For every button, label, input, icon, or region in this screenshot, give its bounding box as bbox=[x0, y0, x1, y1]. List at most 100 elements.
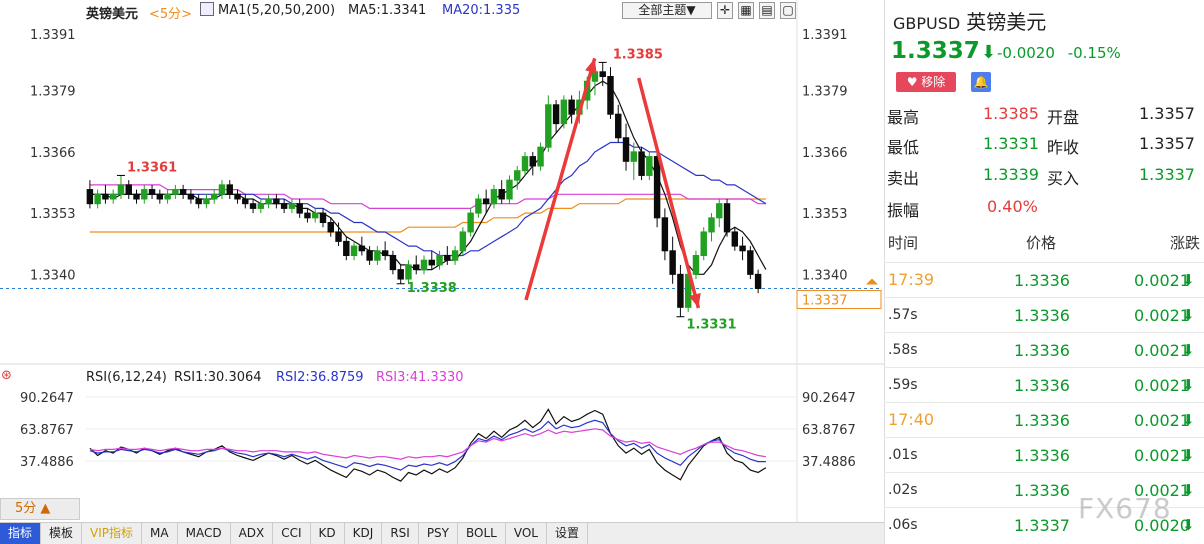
stat-label: 最高 bbox=[887, 108, 920, 127]
y-tick-right: 1.3353 bbox=[802, 207, 848, 222]
timeframe-tag: <5分> bbox=[149, 7, 193, 22]
ma-settings-label: MA1(5,20,50,200) bbox=[218, 3, 336, 18]
stat-value-2: 1.3337 bbox=[1139, 165, 1195, 184]
candle-body bbox=[172, 189, 179, 195]
candle-body bbox=[638, 151, 645, 176]
theme-select[interactable]: 全部主题▼ bbox=[622, 2, 712, 19]
chart-area[interactable]: 1.3391 1.3391 1.3379 1.3379 1.3366 1.3366 1.33… bbox=[0, 0, 884, 522]
remove-watchlist-button[interactable]: ♥ 移除 bbox=[896, 72, 956, 92]
trading-app: 1.3391 1.3391 1.3379 1.3379 1.3366 1.3366 1.33… bbox=[0, 0, 1204, 544]
candle-body bbox=[187, 193, 195, 200]
tick-header-change: 涨跌 bbox=[1170, 234, 1201, 252]
quote-name: 英镑美元 bbox=[966, 10, 1047, 34]
tab-5[interactable]: ADX bbox=[231, 523, 274, 544]
rsi-tick-left: 90.2647 bbox=[20, 391, 74, 406]
candle-body bbox=[210, 193, 218, 200]
fullscreen-icon[interactable]: ▢ bbox=[780, 2, 796, 19]
candle-body bbox=[444, 255, 451, 261]
down-arrow-icon: ⬇ bbox=[1182, 481, 1195, 499]
grid-icon[interactable]: ▦ bbox=[738, 2, 754, 19]
y-tick-left: 1.3340 bbox=[30, 268, 76, 283]
candle-body bbox=[754, 273, 762, 289]
rsi-tick-right: 63.8767 bbox=[802, 423, 856, 438]
tick-time: .06s bbox=[888, 517, 918, 533]
y-tick-right: 1.3391 bbox=[802, 28, 848, 43]
candle-body bbox=[607, 76, 614, 115]
bar-icon[interactable]: ▤ bbox=[759, 2, 775, 19]
tab-2[interactable]: VIP指标 bbox=[82, 523, 143, 544]
tick-row: .57s 1.3336 0.0021 ⬇ bbox=[884, 297, 1204, 332]
tab-9[interactable]: RSI bbox=[382, 523, 419, 544]
tick-time: 17:40 bbox=[888, 410, 935, 429]
tab-0[interactable]: 指标 bbox=[0, 523, 42, 544]
tab-13[interactable]: 设置 bbox=[547, 523, 588, 544]
down-arrow-icon: ⬇ bbox=[1182, 376, 1195, 394]
tab-6[interactable]: CCI bbox=[273, 523, 311, 544]
tab-8[interactable]: KDJ bbox=[345, 523, 383, 544]
candle-body bbox=[117, 184, 125, 195]
candle-body bbox=[700, 231, 707, 257]
timeframe-button[interactable]: 5分 ▲ bbox=[0, 498, 80, 520]
candle-body bbox=[568, 99, 575, 115]
stat-value: 0.40% bbox=[987, 197, 1038, 216]
candle-body bbox=[304, 212, 311, 219]
candle-body bbox=[622, 137, 630, 162]
candle-body bbox=[156, 193, 164, 200]
rsi-label: RSI(6,12,24) bbox=[86, 370, 167, 385]
alert-bell-button[interactable]: 🔔 bbox=[971, 72, 991, 92]
candle-body bbox=[366, 250, 373, 261]
candle-body bbox=[311, 212, 319, 219]
candle-body bbox=[436, 255, 443, 266]
candlestick-chart[interactable]: 1.3391 1.3391 1.3379 1.3379 1.3366 1.3366 1.33… bbox=[0, 0, 884, 522]
candle-body bbox=[249, 203, 257, 209]
tab-10[interactable]: PSY bbox=[419, 523, 458, 544]
candle-body bbox=[739, 245, 746, 252]
target-icon[interactable]: ⊛ bbox=[1, 368, 12, 383]
tick-time: .02s bbox=[888, 482, 918, 498]
candle-body bbox=[661, 217, 669, 252]
rsi-tick-left: 63.8767 bbox=[20, 423, 74, 438]
tab-1[interactable]: 模板 bbox=[41, 523, 83, 544]
y-tick-left: 1.3366 bbox=[30, 146, 76, 161]
stat-label-2: 买入 bbox=[1047, 169, 1080, 188]
crosshair-icon[interactable]: ✛ bbox=[717, 2, 733, 19]
candle-body bbox=[615, 113, 622, 139]
candle-body bbox=[708, 217, 715, 233]
candle-body bbox=[537, 146, 544, 167]
label-high-left: 1.3361 bbox=[127, 160, 177, 175]
candle-body bbox=[374, 250, 381, 261]
rsi-tick-left: 37.4886 bbox=[20, 455, 74, 470]
price-marker-icon bbox=[866, 278, 878, 285]
tick-time: 17:39 bbox=[888, 270, 935, 289]
candle-body bbox=[747, 250, 754, 275]
candle-body bbox=[405, 264, 412, 280]
tab-3[interactable]: MA bbox=[142, 523, 178, 544]
chart-type-icon[interactable] bbox=[200, 2, 214, 16]
stat-value: 1.3385 bbox=[983, 104, 1039, 123]
candle-body bbox=[109, 193, 117, 200]
candle-body bbox=[723, 203, 731, 233]
quote-price: 1.3337 bbox=[891, 38, 980, 64]
candle-body bbox=[94, 193, 101, 205]
candle-body bbox=[498, 189, 505, 200]
candle-body bbox=[234, 193, 241, 200]
up-arrow-head bbox=[585, 58, 597, 74]
tick-price: 1.3336 bbox=[1014, 376, 1070, 395]
candle-body bbox=[630, 151, 638, 162]
label-low: 1.3331 bbox=[686, 318, 736, 333]
down-arrow-icon: ⬇ bbox=[1182, 411, 1195, 429]
candle-body bbox=[646, 156, 653, 176]
candle-body bbox=[195, 198, 202, 205]
tab-7[interactable]: KD bbox=[311, 523, 345, 544]
candle-body bbox=[335, 231, 342, 242]
rsi-lines bbox=[89, 408, 767, 482]
candle-body bbox=[490, 189, 498, 205]
y-tick-right: 1.3366 bbox=[802, 146, 848, 161]
tab-12[interactable]: VOL bbox=[506, 523, 547, 544]
ma20-value: MA20:1.335 bbox=[442, 3, 521, 18]
tab-11[interactable]: BOLL bbox=[458, 523, 506, 544]
candle-body bbox=[475, 198, 482, 214]
candle-body bbox=[482, 198, 490, 205]
tab-4[interactable]: MACD bbox=[178, 523, 231, 544]
tick-price: 1.3336 bbox=[1014, 271, 1070, 290]
